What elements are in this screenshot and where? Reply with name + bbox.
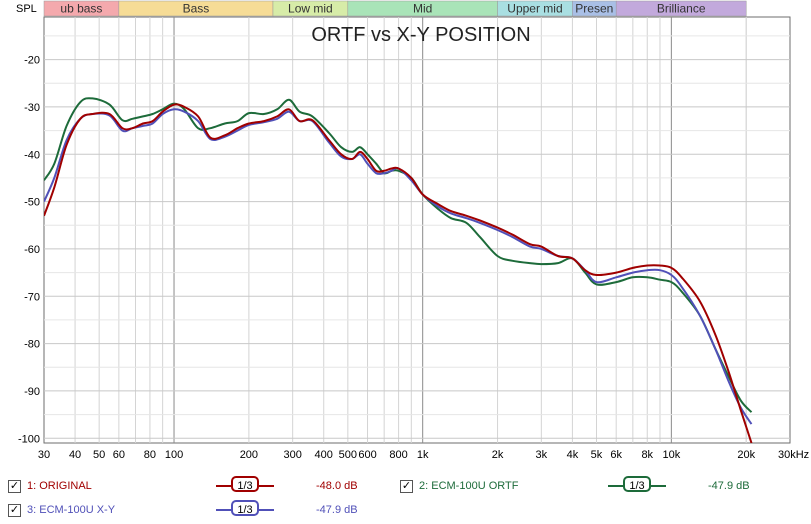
x-tick-label: 500	[339, 449, 357, 461]
x-tick-label: 20k	[737, 449, 755, 461]
smoothing-control-xy[interactable]: 1/3	[216, 500, 274, 518]
legend-label-ortf: 2: ECM-100U ORTF	[419, 480, 519, 492]
smoothing-control-ortf[interactable]: 1/3	[608, 476, 666, 494]
x-tick-label: 100	[165, 449, 183, 461]
x-tick-label: 2k	[492, 449, 504, 461]
x-tick-label: 800	[389, 449, 407, 461]
y-tick-label: -20	[24, 55, 40, 67]
legend-row-2: ✓ 3: ECM-100U X-Y 1/3 -47.9 dB	[0, 500, 811, 520]
y-tick-label: -70	[24, 291, 40, 303]
x-tick-label: 10k	[662, 449, 680, 461]
legend-value-original: -48.0 dB	[316, 480, 358, 492]
checkbox-xy[interactable]: ✓	[8, 504, 21, 517]
y-tick-label: -40	[24, 149, 40, 161]
band-label: Presen	[575, 2, 613, 16]
band-label: Upper mid	[507, 2, 562, 16]
chart-title: ORTF vs X-Y POSITION	[311, 24, 530, 46]
band-label: ub bass	[60, 2, 102, 16]
band-label: Brilliance	[657, 2, 706, 16]
band-ub-bass: ub bass	[43, 0, 120, 17]
band-label: Bass	[183, 2, 210, 16]
x-tick-label: 600	[358, 449, 376, 461]
x-tick-label: 30kHz	[778, 449, 809, 461]
legend-row-1: ✓ 1: ORIGINAL 1/3 -48.0 dB ✓ 2: ECM-100U…	[0, 476, 811, 496]
frequency-response-chart: ub bass Bass Low mid Mid Upper mid Presen Bril…	[16, 0, 809, 461]
plot-area	[43, 16, 791, 444]
x-tick-label: 40	[69, 449, 81, 461]
x-tick-label: 300	[283, 449, 301, 461]
legend-label-xy: 3: ECM-100U X-Y	[27, 504, 116, 516]
checkbox-original[interactable]: ✓	[8, 480, 21, 493]
band-low-mid: Low mid	[272, 0, 349, 17]
y-tick-labels: -20 -30 -40 -50 -60 -70 -80 -90 -100	[18, 55, 40, 446]
y-tick-label: -100	[18, 433, 40, 445]
x-tick-label: 60	[113, 449, 125, 461]
x-tick-label: 200	[240, 449, 258, 461]
band-label: Mid	[413, 2, 432, 16]
x-tick-label: 50	[93, 449, 105, 461]
x-tick-label: 400	[315, 449, 333, 461]
band-presen: Presen	[572, 0, 617, 17]
smoothing-label-ortf: 1/3	[623, 476, 651, 492]
x-tick-label: 8k	[641, 449, 653, 461]
smoothing-control-original[interactable]: 1/3	[216, 476, 274, 494]
y-tick-label: -80	[24, 339, 40, 351]
y-axis-label: SPL	[16, 3, 37, 15]
legend-label-original: 1: ORIGINAL	[27, 480, 92, 492]
x-tick-label: 4k	[567, 449, 579, 461]
x-tick-label: 3k	[536, 449, 548, 461]
smoothing-label-original: 1/3	[231, 476, 259, 492]
legend-value-ortf: -47.9 dB	[708, 480, 750, 492]
x-tick-label: 5k	[591, 449, 603, 461]
y-tick-label: -60	[24, 244, 40, 256]
x-tick-label: 80	[144, 449, 156, 461]
y-tick-label: -90	[24, 386, 40, 398]
band-label: Low mid	[288, 2, 333, 16]
x-tick-label: 30	[38, 449, 50, 461]
band-upper-mid: Upper mid	[497, 0, 573, 17]
x-tick-label: 6k	[610, 449, 622, 461]
y-tick-label: -50	[24, 197, 40, 209]
band-bass: Bass	[118, 0, 274, 17]
legend-value-xy: -47.9 dB	[316, 504, 358, 516]
band-brilliance: Brilliance	[615, 0, 747, 17]
x-tick-label: 1k	[417, 449, 429, 461]
frequency-band-bar: ub bass Bass Low mid Mid Upper mid Presen Bril…	[43, 0, 747, 17]
checkbox-ortf[interactable]: ✓	[400, 480, 413, 493]
band-mid: Mid	[347, 0, 498, 17]
y-tick-label: -30	[24, 102, 40, 114]
smoothing-label-xy: 1/3	[231, 500, 259, 516]
x-tick-labels: 30 40 50 60 80 100 200 300 400 500 600 800 1k 2k 3k 4k 5…	[38, 449, 809, 461]
